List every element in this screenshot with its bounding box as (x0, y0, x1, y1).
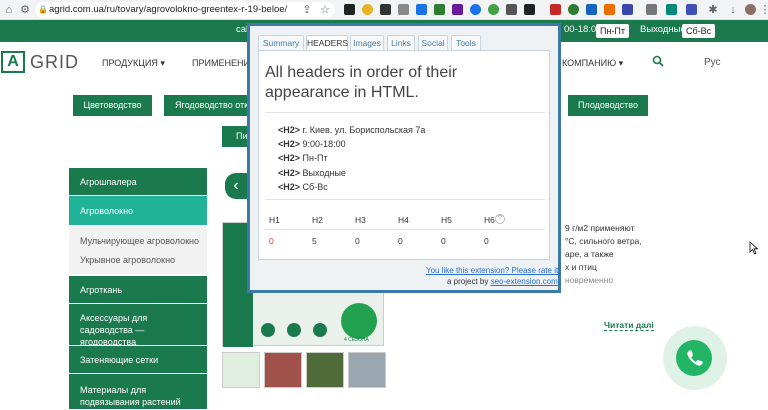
site-info-icon[interactable]: ⚙ (18, 3, 32, 17)
extension-icon[interactable] (568, 4, 579, 15)
sidebar-item[interactable]: Аксессуары для садоводства — ягодоводств… (69, 304, 207, 347)
header-row: <H2> Сб-Вс (278, 181, 328, 192)
count-label-h6: H6 (484, 215, 495, 225)
extension-icon[interactable] (686, 4, 697, 15)
language-switch[interactable]: Рус (704, 57, 721, 68)
extension-icon[interactable] (488, 4, 499, 15)
seo-extension-link[interactable]: seo-extension.com (491, 277, 558, 286)
extension-icon[interactable] (604, 4, 615, 15)
download-icon[interactable]: ↓ (726, 3, 740, 17)
extension-icon[interactable] (362, 4, 373, 15)
tab-tools[interactable]: Tools (451, 35, 481, 50)
address-bar[interactable]: 🔒 agrid.com.ua/ru/tovary/agrovolokno-gre… (35, 2, 335, 18)
count-label-h1: H1 (269, 215, 280, 225)
extension-icon[interactable] (586, 4, 597, 15)
count-value-h1: 0 (269, 236, 274, 246)
product-thumbnail[interactable] (306, 352, 344, 388)
count-value-h4: 0 (398, 236, 403, 246)
prev-arrow-icon[interactable]: ‹ (225, 173, 247, 199)
nav-products[interactable]: ПРОДУКЦИЯ ▾ (102, 58, 165, 69)
tab-images[interactable]: Images (350, 35, 384, 50)
count-value-h2: 5 (312, 236, 317, 246)
sidebar-item[interactable]: Затеняющие сетки (69, 346, 207, 374)
sidebar-submenu: Мульчирующее агроволокно Укрывное агрово… (69, 226, 207, 274)
seo-extension-popup: Summary HEADERS Images Links Social Tool… (247, 23, 561, 293)
category-button[interactable]: Цветоводство (73, 95, 152, 116)
tab-links[interactable]: Links (387, 35, 415, 50)
logo-mark[interactable]: A (1, 51, 25, 73)
rate-extension-link[interactable]: You like this extension? Please rate it! (426, 266, 560, 275)
headers-panel: All headers in order of their appearance… (258, 50, 550, 260)
sidebar-item[interactable]: Агроткань (69, 276, 207, 304)
extension-icon[interactable] (416, 4, 427, 15)
weekdays-pill: Пн-Пт (596, 24, 630, 38)
extension-icon[interactable] (666, 4, 677, 15)
sidebar-item[interactable]: Материалы для подвязывания растений (69, 374, 207, 410)
star-icon[interactable]: ☆ (318, 3, 332, 17)
header-list: <H2> г. Киев. ул. Бориспольская 7а <H2> … (278, 125, 540, 196)
description-line: 9 г/м2 применяют (565, 223, 635, 233)
help-icon[interactable]: ? (495, 214, 505, 224)
avatar[interactable] (745, 4, 756, 15)
sidebar-item[interactable]: Агрошпалера (69, 168, 207, 196)
category-button[interactable]: Плодоводство (568, 95, 648, 116)
description-line: х и птиц (565, 262, 597, 272)
category-button[interactable]: Ягодоводство откр (164, 95, 248, 116)
count-value-h5: 0 (441, 236, 446, 246)
header-row: <H2> Пн-Пт (278, 153, 328, 164)
panel-title: All headers in order of their appearance… (265, 64, 458, 101)
search-icon[interactable] (652, 55, 664, 67)
extension-icon[interactable] (506, 4, 517, 15)
weekend-pill: Сб-Вс (682, 24, 716, 38)
extension-icon[interactable] (434, 4, 445, 15)
extension-icon[interactable] (646, 4, 657, 15)
browser-toolbar: ⌂ ⚙ 🔒 agrid.com.ua/ru/tovary/agrovolokno… (0, 0, 768, 20)
kebab-menu-icon[interactable]: ⋮ (758, 3, 768, 17)
extension-icon[interactable] (524, 4, 535, 15)
extension-icon[interactable] (380, 4, 391, 15)
description-line: новременно (565, 275, 614, 285)
mouse-cursor-icon (749, 241, 759, 255)
tab-social[interactable]: Social (418, 35, 448, 50)
tab-summary[interactable]: Summary (258, 35, 304, 50)
extension-icon[interactable] (398, 4, 409, 15)
extension-icon[interactable] (344, 4, 355, 15)
project-credit: a project by seo-extension.com (447, 277, 558, 286)
tab-headers[interactable]: HEADERS (306, 35, 348, 51)
count-value-h3: 0 (355, 236, 360, 246)
weekend-label: Выходные (640, 24, 686, 35)
category-sidebar: Агрошпалера Агроволокно Мульчирующее агр… (69, 168, 207, 410)
url-text: agrid.com.ua/ru/tovary/agrovolokno-green… (49, 4, 288, 15)
logo-text[interactable]: GRID (30, 52, 79, 73)
phone-icon[interactable] (676, 340, 712, 376)
header-row: <H2> 9:00-18:00 (278, 139, 346, 150)
share-icon[interactable]: ⇪ (300, 3, 314, 17)
product-thumbnail[interactable] (222, 352, 260, 388)
read-more-link[interactable]: Читати далі (604, 320, 654, 331)
sidebar-subitem[interactable]: Мульчирующее агроволокно (80, 236, 199, 246)
lock-icon: 🔒 (38, 5, 48, 14)
header-row: <H2> г. Киев. ул. Бориспольская 7а (278, 125, 426, 135)
description-line: аре, а также (565, 249, 614, 259)
extension-icon[interactable] (550, 4, 561, 15)
count-label-h3: H3 (355, 215, 366, 225)
home-icon[interactable]: ⌂ (2, 3, 16, 17)
count-label-h5: H5 (441, 215, 452, 225)
count-value-h6: 0 (484, 236, 489, 246)
sidebar-item-active[interactable]: Агроволокно (69, 196, 207, 226)
product-thumbnail[interactable] (264, 352, 302, 388)
nav-company[interactable]: КОМПАНИЮ ▾ (562, 58, 623, 69)
extension-icon[interactable] (452, 4, 463, 15)
count-label-h4: H4 (398, 215, 409, 225)
extension-icon[interactable] (470, 4, 481, 15)
puzzle-icon[interactable]: ✱ (706, 3, 720, 17)
sidebar-subitem[interactable]: Укрывное агроволокно (80, 255, 175, 265)
count-label-h2: H2 (312, 215, 323, 225)
category-button[interactable]: Пи (222, 126, 248, 147)
season-badge: 4 СЕЗОНА (344, 337, 369, 343)
product-thumbnail[interactable] (348, 352, 386, 388)
header-row: <H2> Выходные (278, 167, 346, 178)
extension-icon[interactable] (622, 4, 633, 15)
description-line: °С, сильного ветра, (565, 236, 642, 246)
